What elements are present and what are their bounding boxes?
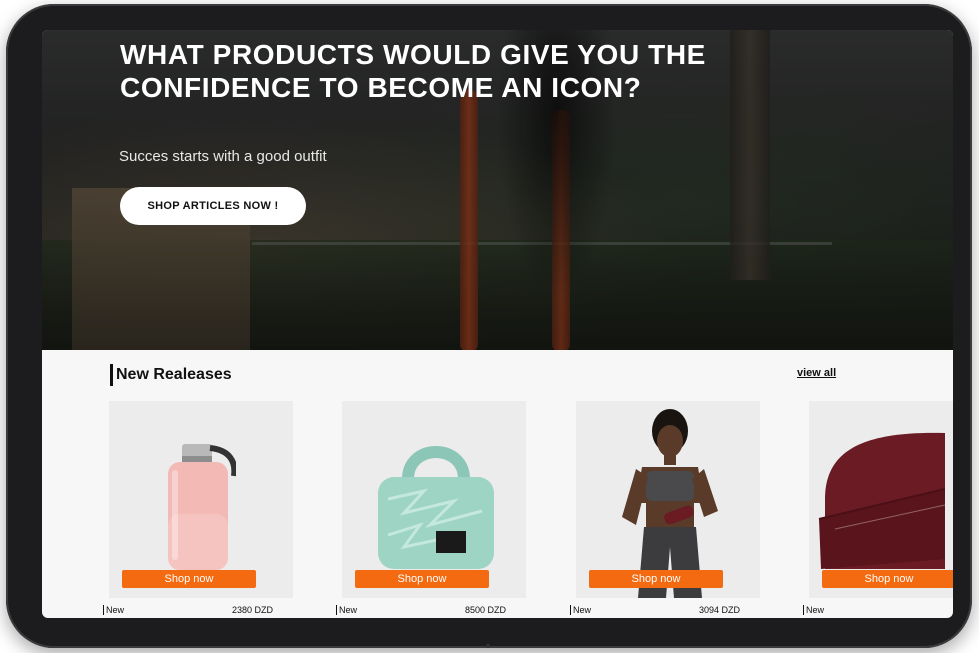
new-tag: New [570,605,591,615]
tablet-camera [486,644,490,648]
product-price: 8500 DZD [464,605,506,615]
water-bottle-image [168,444,236,570]
shop-now-button[interactable]: Shop now [355,570,489,588]
product-meta: New 3094 DZD [570,605,740,618]
product-image[interactable]: Shop now [809,401,953,598]
new-tag: New [336,605,357,615]
product-card[interactable]: Shop now New 2380 DZD [103,401,293,615]
product-price: 2380 DZD [231,605,273,615]
beanie-image [818,432,945,569]
puffer-bag-image [378,446,494,569]
shop-articles-button[interactable]: SHOP ARTICLES NOW ! [120,187,306,225]
product-card[interactable]: Shop now New 3094 DZD [570,401,760,615]
section-accent-bar [110,364,113,386]
section-title: New Realeases [116,366,232,383]
hero-subtitle: Succes starts with a good outfit [119,148,327,165]
product-card[interactable]: Shop now New 8500 DZD [336,401,526,615]
product-meta: New [803,605,953,618]
section-header: New Realeases [110,364,232,386]
new-tag: New [803,605,824,615]
product-price: 3094 DZD [698,605,740,615]
product-image[interactable]: Shop now [576,401,760,598]
app-screen: WHAT PRODUCTS WOULD GIVE YOU THE CONFIDE… [42,30,953,618]
product-meta: New 8500 DZD [336,605,506,618]
shop-now-button[interactable]: Shop now [822,570,953,588]
view-all-link[interactable]: view all [797,367,836,379]
product-card[interactable]: Shop now New [803,401,953,615]
tablet-frame: WHAT PRODUCTS WOULD GIVE YOU THE CONFIDE… [6,4,972,648]
hero-title: WHAT PRODUCTS WOULD GIVE YOU THE CONFIDE… [120,39,706,103]
product-image[interactable]: Shop now [342,401,526,598]
product-meta: New 2380 DZD [103,605,273,618]
product-image[interactable]: Shop now [109,401,293,598]
shop-now-button[interactable]: Shop now [589,570,723,588]
shop-now-button[interactable]: Shop now [122,570,256,588]
new-tag: New [103,605,124,615]
hero-banner: WHAT PRODUCTS WOULD GIVE YOU THE CONFIDE… [42,30,953,350]
